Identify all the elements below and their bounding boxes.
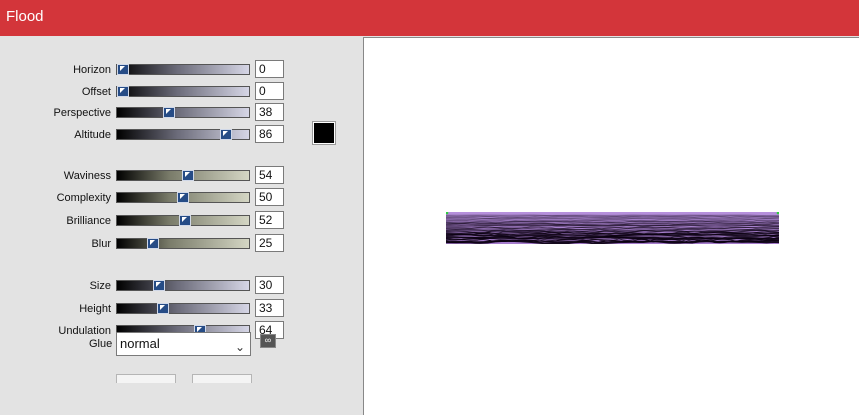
perspective-slider-thumb[interactable]	[163, 107, 175, 118]
perspective-label: Perspective	[53, 107, 111, 119]
blur-slider[interactable]	[116, 238, 250, 249]
blur-label: Blur	[91, 238, 111, 250]
complexity-row: Complexity 50	[0, 188, 363, 206]
waviness-label: Waviness	[63, 170, 111, 182]
perspective-row: Perspective 38	[0, 103, 363, 121]
window-title: Flood	[6, 8, 44, 25]
altitude-slider[interactable]	[116, 129, 250, 140]
horizon-slider-thumb[interactable]	[117, 64, 129, 75]
altitude-label: Altitude	[74, 129, 111, 141]
waviness-input[interactable]: 54	[255, 166, 284, 184]
height-slider[interactable]	[116, 303, 250, 314]
offset-input[interactable]: 0	[255, 82, 284, 100]
height-row: Height 33	[0, 299, 363, 317]
offset-label: Offset	[81, 86, 111, 98]
link-icon[interactable]: ∞	[260, 334, 276, 348]
height-slider-thumb[interactable]	[157, 303, 169, 314]
height-input[interactable]: 33	[255, 299, 284, 317]
blur-input[interactable]: 25	[255, 234, 284, 252]
size-row: Size 30	[0, 276, 363, 294]
glue-select[interactable]: normal ⌄	[116, 332, 251, 356]
brilliance-label: Brilliance	[66, 215, 111, 227]
size-slider-thumb[interactable]	[153, 280, 165, 291]
glue-label: Glue	[89, 338, 113, 350]
waviness-slider[interactable]	[116, 170, 250, 181]
complexity-slider-thumb[interactable]	[177, 192, 189, 203]
horizon-row: Horizon 0	[0, 60, 363, 78]
perspective-input[interactable]: 38	[255, 103, 284, 121]
horizon-label: Horizon	[73, 64, 111, 76]
cancel-button[interactable]	[192, 374, 252, 383]
altitude-slider-thumb[interactable]	[220, 129, 232, 140]
brilliance-slider-thumb[interactable]	[179, 215, 191, 226]
blur-row: Blur 25	[0, 234, 363, 252]
size-slider[interactable]	[116, 280, 250, 291]
size-label: Size	[89, 280, 111, 292]
title-bar: Flood	[0, 0, 859, 36]
brilliance-slider[interactable]	[116, 215, 250, 226]
complexity-slider[interactable]	[116, 192, 250, 203]
horizon-slider[interactable]	[116, 64, 250, 75]
perspective-slider[interactable]	[116, 107, 250, 118]
complexity-input[interactable]: 50	[255, 188, 284, 206]
altitude-row: Altitude 86	[0, 125, 363, 143]
size-input[interactable]: 30	[255, 276, 284, 294]
brilliance-input[interactable]: 52	[255, 211, 284, 229]
waviness-slider-thumb[interactable]	[182, 170, 194, 181]
offset-slider-thumb[interactable]	[117, 86, 129, 97]
height-label: Height	[79, 303, 111, 315]
blur-slider-thumb[interactable]	[147, 238, 159, 249]
offset-row: Offset 0	[0, 82, 363, 100]
ok-button[interactable]	[116, 374, 176, 383]
brilliance-row: Brilliance 52	[0, 211, 363, 229]
waviness-row: Waviness 54	[0, 166, 363, 184]
horizon-input[interactable]: 0	[255, 60, 284, 78]
color-swatch[interactable]	[312, 121, 336, 145]
altitude-input[interactable]: 86	[255, 125, 284, 143]
chevron-down-icon: ⌄	[234, 340, 245, 354]
complexity-label: Complexity	[56, 192, 111, 204]
settings-panel: Horizon 0 Offset 0 Perspective 38 Altitude 86 Wa…	[0, 36, 363, 415]
glue-select-value: normal	[120, 336, 160, 351]
preview-area	[363, 37, 859, 415]
offset-slider[interactable]	[116, 86, 250, 97]
preview-image	[446, 212, 779, 244]
